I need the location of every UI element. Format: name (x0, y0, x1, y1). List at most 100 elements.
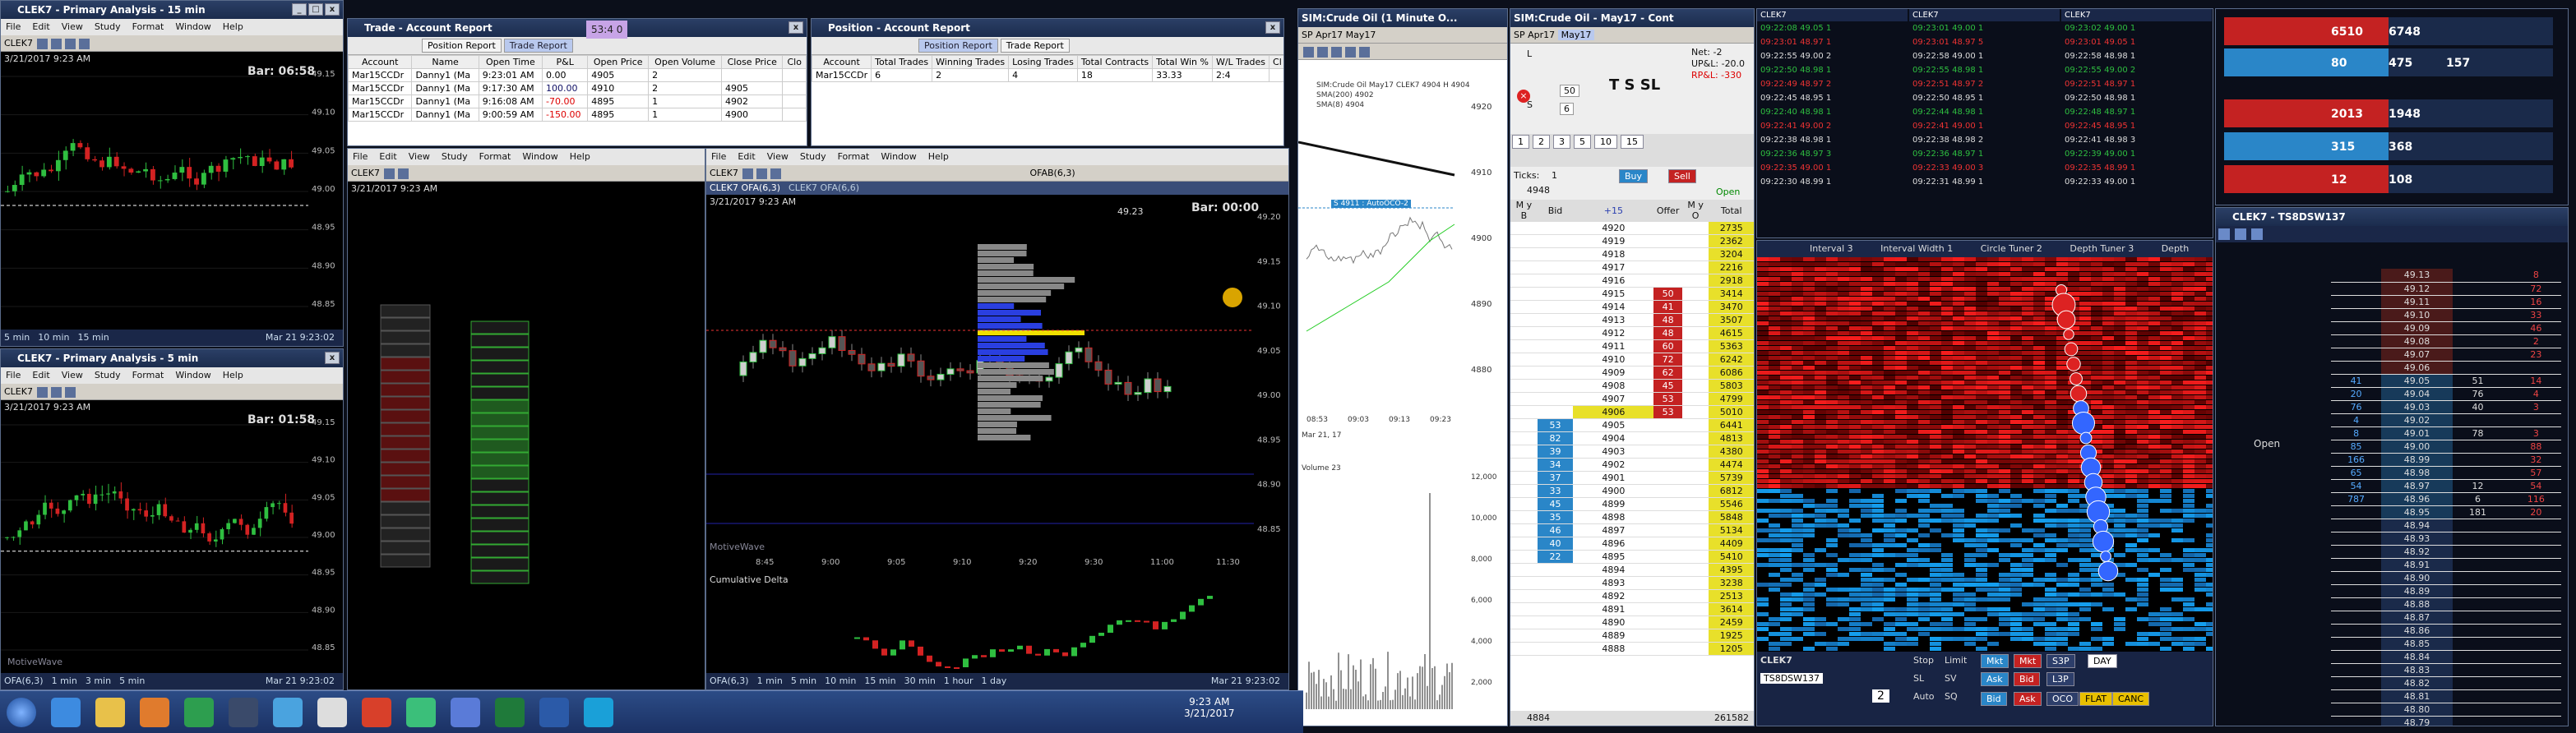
limit-label[interactable]: Limit (1945, 655, 1967, 666)
ladder-row[interactable]: 4919 2362 (1510, 234, 1754, 248)
ladder-row[interactable]: 48.79 (2331, 716, 2561, 726)
tool-icon[interactable] (37, 38, 49, 49)
sync-icon[interactable] (273, 698, 303, 727)
sell-button[interactable]: Sell (1668, 169, 1696, 183)
ladder-cell[interactable]: 20 (2331, 387, 2382, 401)
close-button[interactable]: x (325, 3, 340, 16)
ladder-cell[interactable] (1653, 589, 1682, 603)
ladder-cell[interactable] (1653, 247, 1682, 261)
menu-format[interactable]: Format (838, 151, 870, 162)
ladder-row[interactable]: 46 4897 5134 (1510, 523, 1754, 537)
ladder-cell[interactable]: 60 (1653, 339, 1682, 353)
maximize-button[interactable]: □ (308, 3, 323, 16)
ladder-cell[interactable]: 41 (1653, 300, 1682, 314)
ladder-row[interactable]: 65 48.98 57 (2331, 466, 2561, 480)
col-header[interactable]: Cl (1269, 55, 1283, 69)
ladder-cell[interactable]: 4 (2331, 413, 2382, 427)
qty-field[interactable]: 2 (1872, 689, 1889, 703)
tf-5min[interactable]: 5 min (4, 332, 30, 343)
ladder-cell[interactable]: 39 (1537, 445, 1574, 459)
title-bar[interactable]: Trade - Account Report 53:4 0 x (348, 19, 807, 39)
ladder-cell[interactable]: 48.88 (2381, 597, 2453, 611)
ladder-row[interactable]: 4907 53 4799 (1510, 392, 1754, 406)
ladder-row[interactable]: 4888 1205 (1510, 642, 1754, 656)
ladder-cell[interactable]: 72 (1653, 353, 1682, 366)
tab-ofa-6-6[interactable]: CLEK7 OFA(6,6) (789, 182, 859, 193)
ladder-cell[interactable] (2510, 703, 2561, 717)
order-heatmap[interactable] (1757, 257, 2213, 652)
ladder-cell[interactable] (1537, 287, 1574, 301)
crude-price-chart[interactable]: 4920 4910 4900 4890 4880 08:53 09:03 09:13 09:23… (1298, 60, 1507, 446)
clock[interactable]: 9:23 AM 3/21/2017 (1184, 696, 1235, 719)
ladder-cell[interactable] (2452, 624, 2504, 638)
ladder-row[interactable]: 49.13 8 (2331, 269, 2561, 283)
ladder-cell[interactable] (2331, 611, 2382, 625)
ticks-value[interactable]: 1 (1552, 170, 1557, 181)
tool-icon[interactable] (79, 38, 90, 49)
menu-window[interactable]: Window (522, 151, 557, 162)
ladder-cell[interactable] (2510, 689, 2561, 703)
ladder-cell[interactable] (2331, 571, 2382, 585)
ladder-cell[interactable] (2503, 453, 2511, 467)
ladder-cell[interactable] (2331, 584, 2382, 598)
ladder-cell[interactable] (2503, 269, 2511, 283)
ladder-cell[interactable] (2452, 334, 2504, 348)
tool-icon[interactable] (65, 38, 76, 49)
media-icon[interactable] (140, 698, 169, 727)
refresh-icon[interactable] (406, 698, 436, 727)
ladder-cell[interactable]: 33 (2510, 308, 2561, 322)
heat-account[interactable]: TS8DSW137 (1760, 673, 1824, 684)
app-icon[interactable] (229, 698, 258, 727)
interval-width-value[interactable]: 1 (1947, 243, 1953, 254)
ladder-cell[interactable]: 49.08 (2381, 334, 2453, 348)
ladder-cell[interactable] (2452, 637, 2504, 651)
ladder-cell[interactable] (2331, 558, 2382, 572)
symbol-select[interactable]: CLEK7 (4, 386, 33, 397)
ladder-cell[interactable]: 49.13 (2381, 269, 2453, 283)
ladder-cell[interactable] (2331, 308, 2382, 322)
ladder-cell[interactable]: 48.82 (2381, 676, 2453, 690)
symbol-select[interactable]: CLEK7 (351, 168, 380, 178)
ladder-cell[interactable] (2452, 519, 2504, 532)
col-header[interactable]: Total Win % (1152, 55, 1213, 69)
oco-button[interactable]: OCO (2046, 692, 2079, 706)
bid-buy-button[interactable]: Bid (1981, 692, 2007, 706)
l3p-button[interactable]: L3P (2046, 672, 2074, 686)
ladder-row[interactable]: 4913 48 3507 (1510, 313, 1754, 327)
ladder-cell[interactable] (2503, 584, 2511, 598)
ladder-row[interactable]: 48.89 (2331, 584, 2561, 598)
ladder-cell[interactable]: 48.81 (2381, 689, 2453, 703)
tool-icon[interactable] (398, 168, 409, 179)
ladder-row[interactable]: 49.09 46 (2331, 321, 2561, 335)
ladder-cell[interactable] (1537, 339, 1574, 353)
menu-help[interactable]: Help (928, 151, 949, 162)
ladder-cell[interactable]: 48.92 (2381, 545, 2453, 559)
ladder-cell[interactable]: 48.99 (2381, 453, 2453, 467)
ladder-row[interactable]: 48.81 (2331, 689, 2561, 703)
table-row[interactable]: Mar15CCDr 6 2 4 18 33.33 2:4 (812, 68, 1283, 82)
ladder-cell[interactable] (2503, 466, 2511, 480)
ladder-cell[interactable] (1510, 260, 1538, 274)
menu-format[interactable]: Format (132, 370, 164, 380)
table-row[interactable]: Mar15CCDr Danny1 (Ma 9:17:30 AM 100.00 4910 2… (348, 81, 807, 95)
ladder-cell[interactable] (1510, 300, 1538, 314)
ladder-cell[interactable] (2503, 703, 2511, 717)
mkt-sell-button[interactable]: Mkt (2014, 654, 2042, 668)
ladder-cell[interactable] (1537, 260, 1574, 274)
ladder-row[interactable]: 4918 3204 (1510, 247, 1754, 261)
tf-15min[interactable]: 15 min (78, 332, 109, 343)
ladder-cell[interactable] (1653, 458, 1682, 472)
menu-window[interactable]: Window (881, 151, 916, 162)
ladder-cell[interactable] (1510, 405, 1538, 419)
ladder-cell[interactable] (2503, 413, 2511, 427)
menu-edit[interactable]: Edit (738, 151, 755, 162)
ladder-row[interactable]: 8 49.01 78 3 (2331, 426, 2561, 440)
title-bar[interactable]: Position - Account Report x (812, 19, 1283, 37)
ladder-cell[interactable] (1510, 629, 1538, 643)
ladder-cell[interactable] (2452, 716, 2504, 726)
ladder-cell[interactable]: 65 (2331, 466, 2382, 480)
ladder-cell[interactable] (1510, 642, 1538, 656)
ladder-cell[interactable]: 116 (2510, 492, 2561, 506)
ladder-cell[interactable] (1537, 563, 1574, 577)
tool-icon[interactable] (384, 168, 395, 179)
